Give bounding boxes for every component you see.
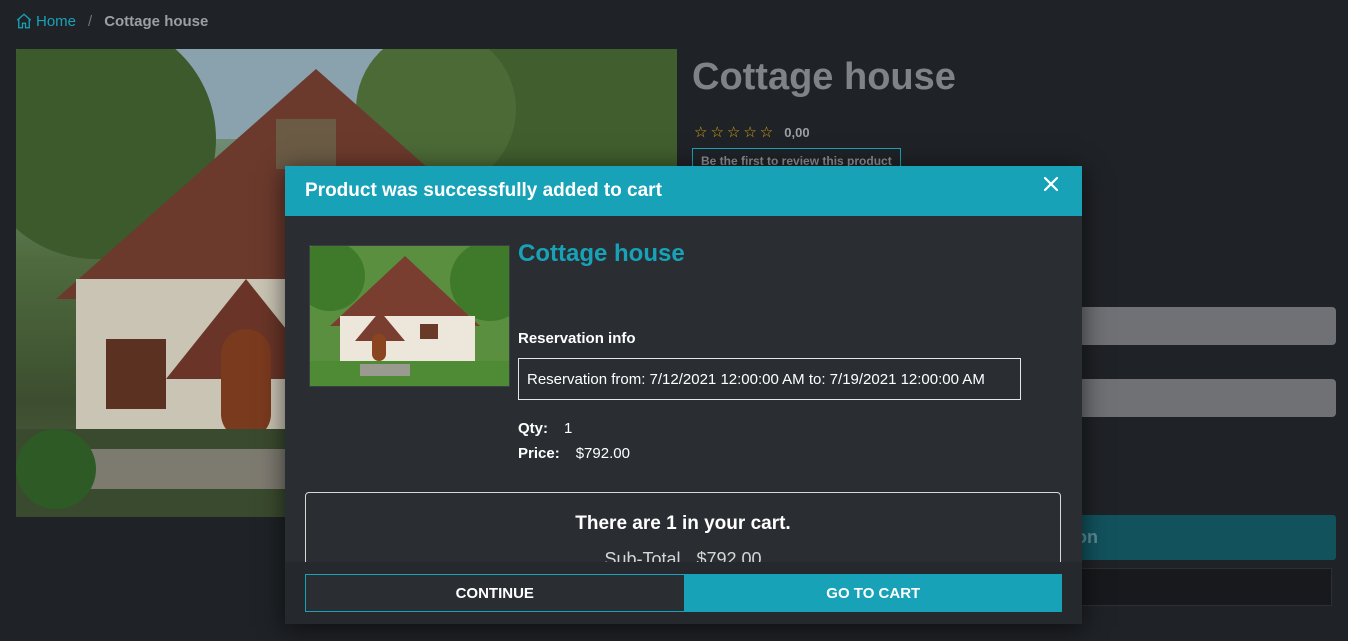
close-icon <box>1043 176 1059 192</box>
product-rating: ☆☆☆☆☆ 0,00 <box>694 123 810 141</box>
continue-button[interactable]: CONTINUE <box>305 574 685 612</box>
reservation-info-label: Reservation info <box>518 330 636 347</box>
add-to-cart-modal: Product was successfully added to cart C… <box>285 166 1082 624</box>
breadcrumb-home-link[interactable]: Home <box>15 12 76 30</box>
quantity-row: Qty: 1 <box>518 420 572 437</box>
qty-value: 1 <box>564 420 573 437</box>
price-label: Price: <box>518 445 560 462</box>
modal-footer: CONTINUE GO TO CART <box>285 562 1082 624</box>
rating-value: 0,00 <box>784 124 810 140</box>
modal-close-button[interactable] <box>1040 173 1062 195</box>
reservation-info-box: Reservation from: 7/12/2021 12:00:00 AM … <box>518 358 1021 400</box>
rating-stars: ☆☆☆☆☆ <box>694 124 777 141</box>
reservation-start-field[interactable] <box>1070 307 1336 345</box>
reservation-end-field[interactable] <box>1070 379 1336 417</box>
home-icon <box>16 13 32 29</box>
modal-title: Product was successfully added to cart <box>305 180 662 201</box>
product-thumbnail <box>309 245 510 387</box>
cart-count-text: There are 1 in your cart. <box>575 512 791 534</box>
modal-header: Product was successfully added to cart <box>285 166 1082 216</box>
secondary-action-button[interactable] <box>1070 568 1332 606</box>
reservation-dates: Reservation from: 7/12/2021 12:00:00 AM … <box>527 370 985 388</box>
breadcrumb-separator: / <box>88 12 93 30</box>
price-row: Price: $792.00 <box>518 445 630 462</box>
qty-label: Qty: <box>518 420 548 437</box>
go-to-cart-button[interactable]: GO TO CART <box>684 574 1062 612</box>
modal-product-name[interactable]: Cottage house <box>518 240 685 268</box>
price-value: $792.00 <box>575 445 630 462</box>
breadcrumb-home-label[interactable]: Home <box>36 13 76 30</box>
product-title: Cottage house <box>692 56 956 98</box>
reserve-button[interactable]: on <box>1070 515 1336 560</box>
breadcrumb-current: Cottage house <box>104 12 209 30</box>
breadcrumb: Home / Cottage house <box>15 12 208 30</box>
modal-body: Cottage house Reservation info Reservati… <box>285 216 1082 590</box>
